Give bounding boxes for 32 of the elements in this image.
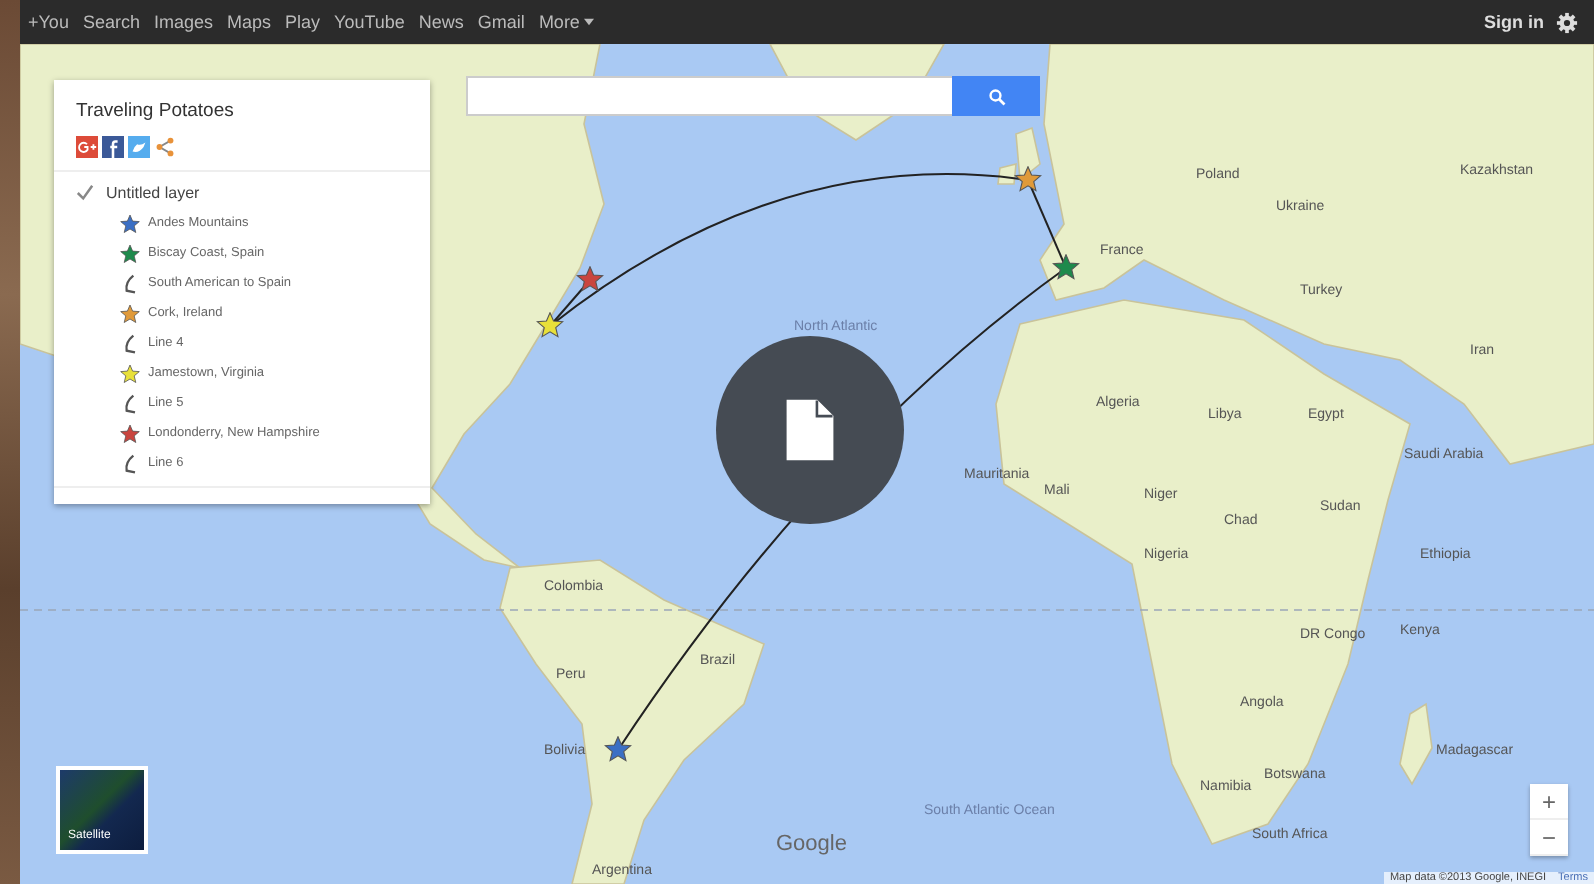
zoom-in-button[interactable]: + [1530, 784, 1568, 820]
settings-icon[interactable] [1556, 11, 1578, 33]
share-icon[interactable] [154, 136, 176, 158]
nav-link[interactable]: Maps [227, 12, 272, 32]
layer-name: Untitled layer [106, 184, 200, 202]
layer-checkbox[interactable] [76, 184, 94, 202]
google-plus-icon[interactable] [76, 136, 98, 158]
document-icon [784, 396, 836, 464]
line-icon [120, 453, 140, 473]
nav-link[interactable]: +You [28, 12, 69, 32]
nav-link[interactable]: YouTube [334, 12, 405, 32]
nav-link[interactable]: Gmail [477, 12, 525, 32]
line-icon [120, 393, 140, 413]
google-logo: Google [776, 832, 847, 856]
line-icon [120, 333, 140, 353]
nav-link[interactable]: Images [153, 12, 213, 32]
map[interactable] [20, 44, 1594, 884]
sign-in-link[interactable]: Sign in [1484, 12, 1544, 32]
map-title: Traveling Potatoes [74, 100, 236, 126]
nav-link[interactable]: Play [285, 12, 321, 32]
search-icon [987, 87, 1005, 105]
search-button[interactable] [952, 76, 1040, 116]
caret-icon [583, 18, 594, 26]
nav-link[interactable]: News [418, 12, 464, 32]
zoom-out-button[interactable]: − [1530, 820, 1568, 856]
nav-link[interactable]: Search [82, 12, 140, 32]
search-field[interactable] [466, 76, 952, 116]
facebook-icon[interactable] [102, 136, 124, 158]
nav-link[interactable]: More [538, 12, 580, 32]
island-shape [997, 126, 1041, 185]
line-icon [120, 273, 140, 293]
island-shape [1399, 702, 1433, 786]
